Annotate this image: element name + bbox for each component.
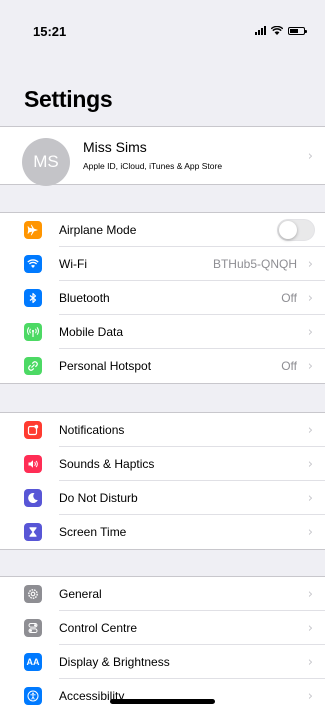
status-bar: 15:21 xyxy=(0,0,325,44)
chevron-right-icon: › xyxy=(307,490,313,506)
setting-label: Screen Time xyxy=(59,525,127,539)
settings-row-screen-time[interactable]: Screen Time › xyxy=(0,515,325,549)
chevron-right-icon: › xyxy=(307,422,313,438)
setting-label: Notifications xyxy=(59,423,125,437)
profile-subtitle: Apple ID, iCloud, iTunes & App Store xyxy=(83,161,223,171)
signal-icon xyxy=(255,26,266,35)
settings-row-wifi[interactable]: Wi-Fi BTHub5-QNQH › xyxy=(0,247,325,281)
chevron-right-icon: › xyxy=(307,654,313,670)
settings-row-display-brightness[interactable]: AA Display & Brightness › xyxy=(0,645,325,679)
bluetooth-icon xyxy=(24,289,42,307)
hotspot-icon xyxy=(24,357,42,375)
setting-value: Off xyxy=(281,359,297,373)
chevron-right-icon: › xyxy=(307,620,313,636)
status-icons xyxy=(255,26,307,35)
setting-label: Bluetooth xyxy=(59,291,110,305)
profile-name: Miss Sims xyxy=(83,139,147,155)
setting-label: Airplane Mode xyxy=(59,223,137,237)
setting-label: Display & Brightness xyxy=(59,655,170,669)
settings-row-airplane-mode[interactable]: Airplane Mode xyxy=(0,213,325,247)
chevron-right-icon: › xyxy=(307,324,313,340)
settings-row-control-centre[interactable]: Control Centre › xyxy=(0,611,325,645)
settings-row-general[interactable]: General › xyxy=(0,577,325,611)
settings-row-do-not-disturb[interactable]: Do Not Disturb › xyxy=(0,481,325,515)
setting-label: Wi-Fi xyxy=(59,257,87,271)
settings-row-sounds-haptics[interactable]: Sounds & Haptics › xyxy=(0,447,325,481)
notifications-icon xyxy=(24,421,42,439)
hourglass-icon xyxy=(24,523,42,541)
avatar: MS xyxy=(22,138,70,186)
page-title: Settings xyxy=(24,86,113,112)
connectivity-group: Airplane Mode Wi-Fi BTHub5-QNQH › Blueto… xyxy=(0,212,325,384)
setting-label: Mobile Data xyxy=(59,325,124,339)
settings-row-bluetooth[interactable]: Bluetooth Off › xyxy=(0,281,325,315)
chevron-right-icon: › xyxy=(307,149,313,164)
chevron-right-icon: › xyxy=(307,358,313,374)
speaker-icon xyxy=(24,455,42,473)
battery-icon xyxy=(288,26,307,35)
home-indicator[interactable] xyxy=(110,699,215,704)
setting-label: Personal Hotspot xyxy=(59,359,152,373)
wifi-status-icon xyxy=(271,26,283,35)
setting-label: Do Not Disturb xyxy=(59,491,138,505)
accessibility-icon xyxy=(24,687,42,705)
settings-row-personal-hotspot[interactable]: Personal Hotspot Off › xyxy=(0,349,325,383)
apple-id-profile-row[interactable]: MS Miss Sims Apple ID, iCloud, iTunes & … xyxy=(0,126,325,186)
status-time: 15:21 xyxy=(33,24,67,39)
notifications-group: Notifications › Sounds & Haptics › Do No… xyxy=(0,412,325,550)
settings-row-notifications[interactable]: Notifications › xyxy=(0,413,325,447)
wifi-icon xyxy=(24,255,42,273)
settings-row-mobile-data[interactable]: Mobile Data › xyxy=(0,315,325,349)
chevron-right-icon: › xyxy=(307,456,313,472)
chevron-right-icon: › xyxy=(307,256,313,272)
chevron-right-icon: › xyxy=(307,586,313,602)
switches-icon xyxy=(24,619,42,637)
chevron-right-icon: › xyxy=(307,290,313,306)
chevron-right-icon: › xyxy=(307,524,313,540)
general-group: General › Control Centre › AA Display & … xyxy=(0,576,325,705)
chevron-right-icon: › xyxy=(307,688,313,704)
setting-value: BTHub5-QNQH xyxy=(212,257,297,271)
airplane-mode-toggle[interactable] xyxy=(277,219,315,241)
setting-value: Off xyxy=(281,291,297,305)
setting-label: General xyxy=(59,587,102,601)
gear-icon xyxy=(24,585,42,603)
antenna-icon xyxy=(24,323,42,341)
aa-icon: AA xyxy=(24,653,42,671)
moon-icon xyxy=(24,489,42,507)
setting-label: Sounds & Haptics xyxy=(59,457,155,471)
airplane-icon xyxy=(24,221,42,239)
setting-label: Control Centre xyxy=(59,621,138,635)
toggle-knob xyxy=(279,221,297,239)
